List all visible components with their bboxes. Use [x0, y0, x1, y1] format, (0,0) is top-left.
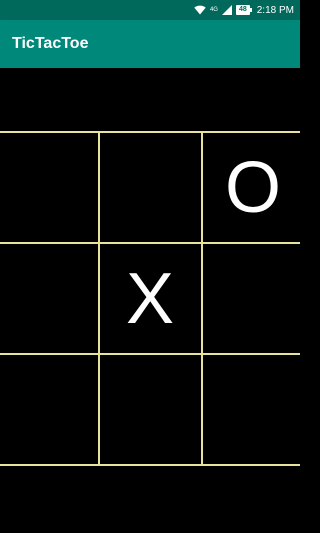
- board-cell[interactable]: [0, 133, 100, 242]
- cell-signal-icon: [221, 5, 232, 15]
- app-bar: TicTacToe: [0, 20, 300, 68]
- board-cell[interactable]: [100, 133, 200, 242]
- wifi-icon: [194, 5, 206, 15]
- status-bar: 4G 48 2:18 PM: [0, 0, 300, 20]
- board-cell[interactable]: X: [100, 244, 200, 353]
- board-cell[interactable]: [0, 244, 100, 353]
- game-board: O X: [0, 131, 303, 466]
- battery-icon: 48: [235, 5, 252, 15]
- board-cell[interactable]: [100, 355, 200, 464]
- battery-level: 48: [235, 5, 250, 15]
- screen: 4G 48 2:18 PM TicTacToe O X: [0, 0, 300, 533]
- board-cell[interactable]: [0, 355, 100, 464]
- board-cell[interactable]: O: [203, 133, 303, 242]
- board-cell[interactable]: [203, 355, 303, 464]
- network-type: 4G: [209, 7, 218, 13]
- app-title: TicTacToe: [12, 35, 89, 52]
- grid-line-horizontal: [0, 464, 300, 466]
- board-cell[interactable]: [203, 244, 303, 353]
- clock: 2:18 PM: [256, 4, 294, 16]
